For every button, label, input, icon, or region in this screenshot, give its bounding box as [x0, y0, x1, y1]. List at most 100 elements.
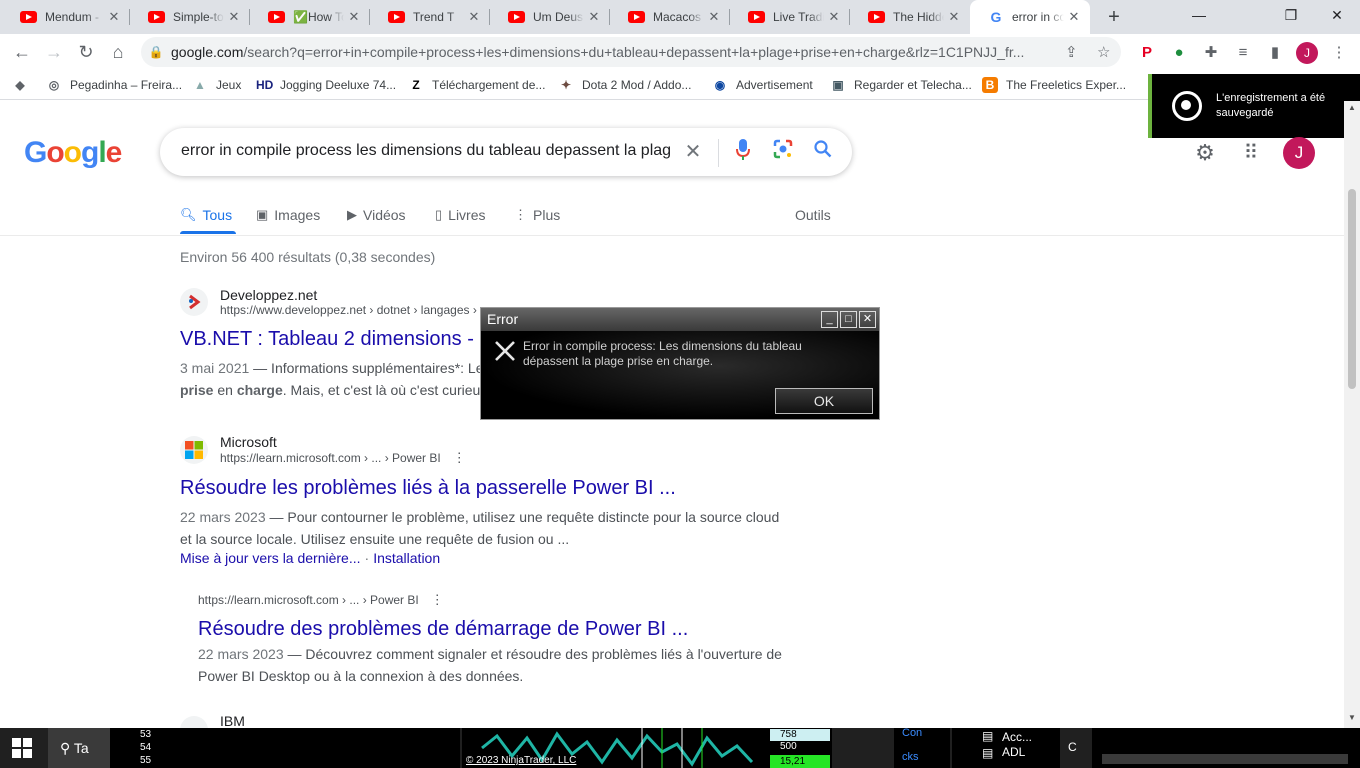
horizontal-scroll-panel[interactable]	[1092, 728, 1360, 768]
youtube-icon	[148, 11, 165, 23]
close-tab-icon[interactable]: ✕	[704, 9, 724, 25]
browser-tab[interactable]: Mendum - ✕	[2, 0, 130, 34]
bookmark-item[interactable]: ▣ Regarder et Telecha...	[830, 76, 972, 94]
horizontal-scrollbar-track[interactable]	[1102, 754, 1348, 764]
page-scrollbar[interactable]: ▲ ▼	[1344, 101, 1360, 728]
bookmark-item[interactable]: ▲ Jeux	[192, 76, 241, 94]
lock-icon[interactable]: 🔒	[141, 45, 171, 59]
home-icon[interactable]: ⌂	[104, 38, 132, 66]
search-box[interactable]: error in compile process les dimensions …	[160, 128, 852, 176]
browser-tab[interactable]: Live Tradin ✕	[730, 0, 850, 34]
scrollbar-thumb[interactable]	[1348, 189, 1356, 389]
row-number: 55	[140, 755, 152, 766]
dialog-minimize-icon[interactable]: _	[821, 311, 838, 328]
active-tab-indicator	[180, 231, 236, 234]
apps-shortcut[interactable]: ◆	[12, 76, 36, 94]
tab-all[interactable]: 🔍︎ Tous	[180, 205, 232, 225]
connection-panel[interactable]: Con cks	[894, 727, 950, 768]
browser-tab[interactable]: The Hidde ✕	[850, 0, 970, 34]
minimize-icon[interactable]: —	[1176, 0, 1222, 30]
bookmark-item[interactable]: Z Téléchargement de...	[408, 76, 545, 94]
media-control-icon[interactable]: ≡	[1232, 42, 1254, 64]
scroll-up-icon[interactable]: ▲	[1344, 103, 1360, 112]
dialog-close-icon[interactable]: ✕	[859, 311, 876, 328]
close-tab-icon[interactable]: ✕	[224, 9, 244, 25]
browser-tab-active[interactable]: G error in co ✕	[970, 0, 1090, 34]
snippet-text: . Mais, et c'est là où c'est curieu	[282, 382, 481, 398]
google-account-avatar[interactable]: J	[1283, 137, 1315, 169]
result-menu-icon[interactable]: ⋮	[431, 592, 444, 607]
result-source[interactable]: Microsoft https://learn.microsoft.com › …	[180, 434, 779, 466]
reload-icon[interactable]: ↻	[72, 38, 100, 66]
recording-saved-toast[interactable]: L'enregistrement a été sauvegardé	[1148, 74, 1360, 138]
close-window-icon[interactable]: ✕	[1314, 0, 1360, 30]
trading-panel[interactable]	[110, 728, 460, 768]
side-panel-icon[interactable]: ▮	[1264, 42, 1286, 64]
close-tab-icon[interactable]: ✕	[464, 9, 484, 25]
browser-tab[interactable]: ✅How To ✕	[250, 0, 370, 34]
result-title-link[interactable]: Résoudre les problèmes liés à la passere…	[180, 475, 779, 501]
bookmark-item[interactable]: B The Freeletics Exper...	[982, 76, 1126, 94]
browser-tab[interactable]: Trend T ✕	[370, 0, 490, 34]
tab-books[interactable]: ▯ Livres	[435, 205, 486, 225]
bookmark-item[interactable]: ✦ Dota 2 Mod / Addo...	[558, 76, 691, 94]
bookmark-item[interactable]: HD Jogging Deeluxe 74...	[256, 76, 396, 94]
tab-images[interactable]: ▣ Images	[256, 205, 320, 225]
restore-icon[interactable]: ❐	[1268, 0, 1314, 30]
taskbar-search[interactable]: ⚲ Ta	[48, 728, 110, 768]
result-title-link[interactable]: Résoudre des problèmes de démarrage de P…	[198, 616, 782, 642]
profile-avatar[interactable]: J	[1296, 42, 1318, 64]
sublink[interactable]: Installation	[373, 550, 440, 566]
search-icon[interactable]	[810, 139, 836, 165]
result-snippet: 3 mai 2021 — Informations supplémentaire…	[180, 357, 484, 401]
close-tab-icon[interactable]: ✕	[1064, 9, 1084, 25]
browser-tab[interactable]: Um Deus f ✕	[490, 0, 610, 34]
scroll-down-icon[interactable]: ▼	[1344, 713, 1360, 722]
forward-icon[interactable]: →	[40, 38, 68, 66]
new-tab-icon[interactable]: +	[1102, 5, 1126, 29]
address-bar[interactable]: 🔒 google.com/search?q=error+in+compile+p…	[141, 37, 1121, 67]
file-list-panel[interactable]: ▤ Acc... ▤ ADL	[952, 728, 1060, 768]
tab-videos[interactable]: ▶ Vidéos	[347, 205, 406, 225]
ok-button[interactable]: OK	[775, 388, 873, 414]
bookmark-item[interactable]: ◉ Advertisement	[712, 76, 813, 94]
google-apps-icon[interactable]: ⠿	[1240, 142, 1262, 164]
url-text[interactable]: google.com/search?q=error+in+compile+pro…	[171, 44, 1051, 60]
tools-button[interactable]: Outils	[795, 205, 831, 225]
clear-search-icon[interactable]: ✕	[680, 139, 706, 165]
result-menu-icon[interactable]: ⋮	[453, 450, 466, 465]
snippet-text: — Pour contourner le problème, utilisez …	[265, 509, 780, 525]
close-tab-icon[interactable]: ✕	[344, 9, 364, 25]
back-icon[interactable]: ←	[8, 38, 36, 66]
close-tab-icon[interactable]: ✕	[104, 9, 124, 25]
voice-search-icon[interactable]	[730, 139, 756, 165]
extension-globe-icon[interactable]: ●	[1168, 42, 1190, 64]
search-input[interactable]: error in compile process les dimensions …	[181, 142, 673, 160]
dialog-maximize-icon[interactable]: □	[840, 311, 857, 328]
close-tab-icon[interactable]: ✕	[824, 9, 844, 25]
tab-title: ✅How To	[293, 10, 344, 24]
pinterest-icon[interactable]: P	[1136, 42, 1158, 64]
lens-search-icon[interactable]	[770, 139, 796, 165]
bookmark-item[interactable]: ◎ Pegadinha – Freira...	[46, 76, 182, 94]
site-name: IBM	[220, 713, 245, 729]
tab-more[interactable]: ⋮ Plus	[514, 205, 560, 225]
extensions-puzzle-icon[interactable]: ✚	[1200, 42, 1222, 64]
settings-gear-icon[interactable]: ⚙	[1192, 140, 1218, 166]
browser-tab[interactable]: Macacos C ✕	[610, 0, 730, 34]
menu-kebab-icon[interactable]: ⋮	[1328, 42, 1350, 64]
error-x-icon	[493, 339, 517, 363]
result-source[interactable]: Developpez.net https://www.developpez.ne…	[180, 287, 484, 317]
windows-start-icon[interactable]	[12, 738, 32, 758]
result-title-link[interactable]: VB.NET : Tableau 2 dimensions -	[180, 326, 484, 352]
close-tab-icon[interactable]: ✕	[584, 9, 604, 25]
browser-tab[interactable]: Simple-to- ✕	[130, 0, 250, 34]
share-icon[interactable]: ⇪	[1065, 43, 1078, 61]
bookmark-star-icon[interactable]: ☆	[1097, 43, 1110, 61]
result-url-row[interactable]: https://learn.microsoft.com › ... › Powe…	[198, 592, 782, 608]
google-logo[interactable]: Google	[24, 136, 122, 170]
dialog-titlebar[interactable]: Error _ □ ✕	[481, 308, 879, 331]
close-tab-icon[interactable]: ✕	[944, 9, 964, 25]
sublink[interactable]: Mise à jour vers la dernière...	[180, 550, 361, 566]
file-icon: ▤	[982, 746, 994, 760]
